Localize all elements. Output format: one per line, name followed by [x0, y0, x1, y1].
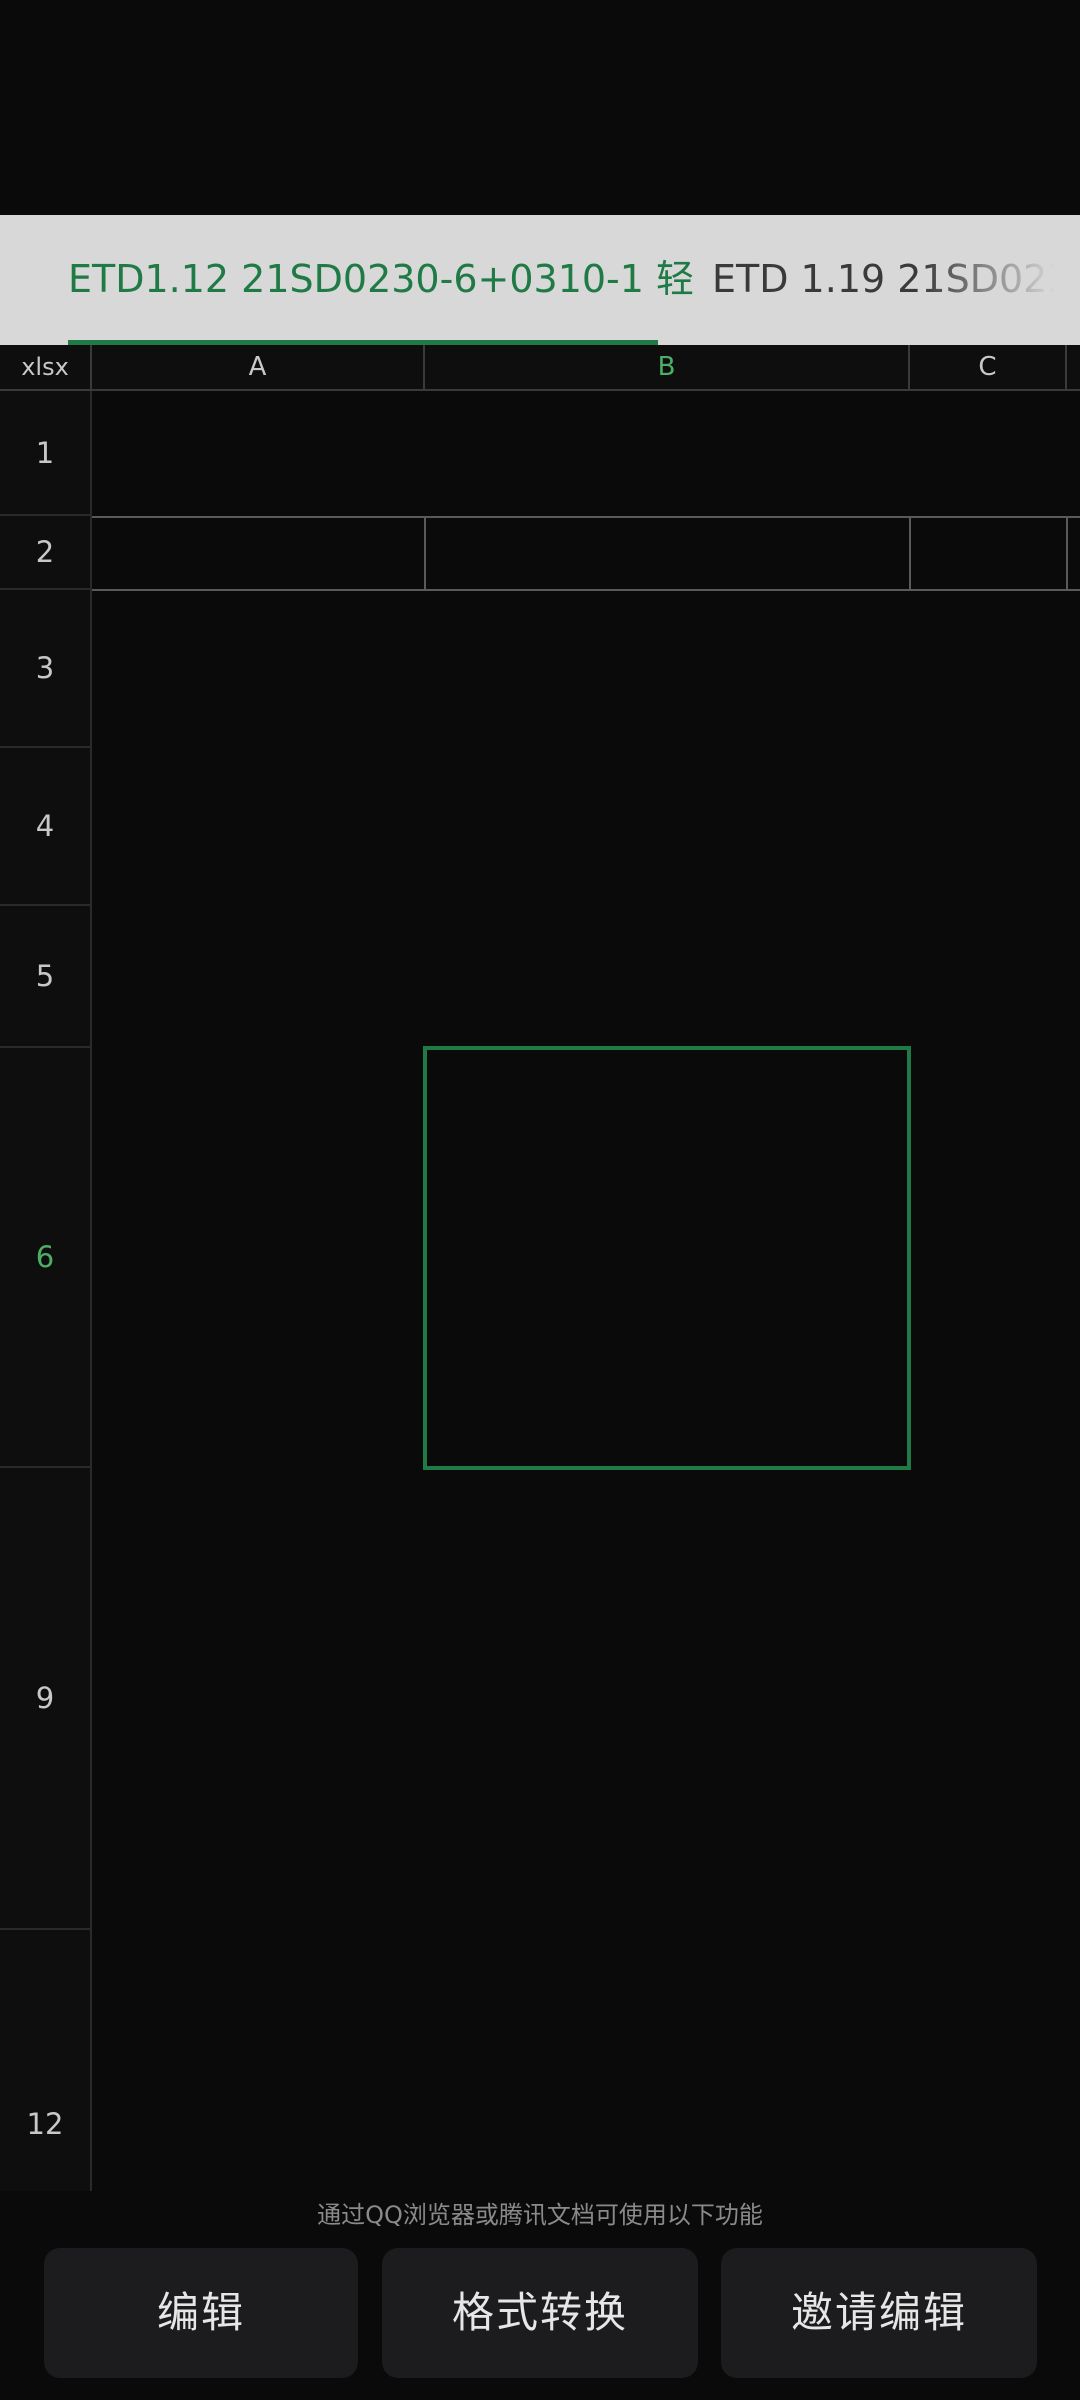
- column-header-row: xlsx A B C: [0, 345, 1080, 391]
- row-header-9[interactable]: 9: [0, 1468, 90, 1930]
- invite-edit-button[interactable]: 邀请编辑: [721, 2248, 1037, 2378]
- row-header-6[interactable]: 6: [0, 1048, 90, 1468]
- row-2-divider-cd: [1066, 516, 1068, 591]
- edit-button[interactable]: 编辑: [44, 2248, 358, 2378]
- column-header-a[interactable]: A: [92, 345, 425, 389]
- column-header-c[interactable]: C: [910, 345, 1067, 389]
- row-header-12[interactable]: 12: [0, 1930, 90, 2191]
- sheet-tabs-bar: ETD1.12 21SD0230-6+0310-1 轻 ETD 1.19 21S…: [0, 215, 1080, 345]
- row-header-2[interactable]: 2: [0, 516, 90, 590]
- row-header-1[interactable]: 1: [0, 391, 90, 516]
- column-header-d[interactable]: [1067, 345, 1080, 389]
- row-2-bottom-border: [92, 589, 1080, 591]
- app-root: ETD1.12 21SD0230-6+0310-1 轻 ETD 1.19 21S…: [0, 0, 1080, 2400]
- row-header-column: 1 2 3 4 5 6 9 12: [0, 391, 92, 2191]
- row-header-5[interactable]: 5: [0, 906, 90, 1048]
- format-convert-button[interactable]: 格式转换: [382, 2248, 698, 2378]
- row-header-4[interactable]: 4: [0, 748, 90, 906]
- footer-hint-text: 通过QQ浏览器或腾讯文档可使用以下功能: [317, 2201, 763, 2229]
- sheet-tab-active[interactable]: ETD1.12 21SD0230-6+0310-1 轻: [68, 215, 694, 345]
- top-blank-area: [0, 0, 1080, 215]
- column-header-b[interactable]: B: [425, 345, 910, 389]
- tabs-overflow-fade: [920, 215, 1080, 345]
- selected-cell-b6[interactable]: [423, 1046, 911, 1470]
- row-2-top-border: [92, 516, 1080, 518]
- corner-file-type: xlsx: [0, 345, 92, 389]
- row-header-3[interactable]: 3: [0, 590, 90, 748]
- row-2-divider-bc: [909, 516, 911, 591]
- row-2-divider-ab: [424, 516, 426, 591]
